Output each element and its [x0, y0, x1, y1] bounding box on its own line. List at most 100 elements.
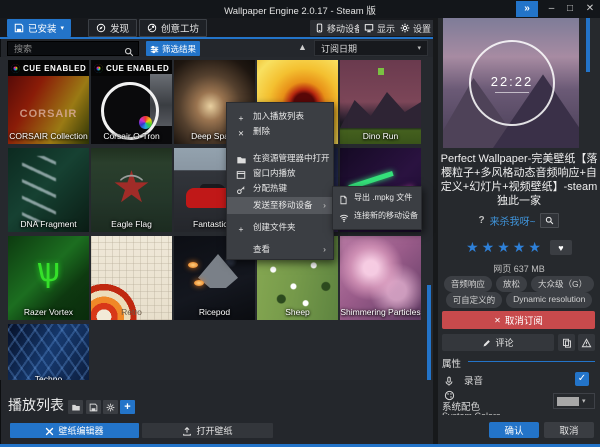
minimize-button[interactable]: – [544, 1, 559, 17]
menu-item-play-in-window[interactable]: 窗口内播放 [227, 166, 333, 181]
tile-label: DNA Fragment [8, 219, 89, 229]
playlist-title: 播放列表 [8, 395, 64, 415]
wallpaper-tile-corsair-collection[interactable]: CUE ENABLED CORSAIR CORSAIR Collection [8, 60, 89, 144]
corsair-art-text: CORSAIR [8, 108, 89, 120]
context-menu: + 加入播放列表 ✕ 删除 在资源管理器中打开 窗口内播放 分配热键 发送至移动… [226, 102, 334, 260]
color-dropdown[interactable]: ▾ [553, 393, 595, 409]
wallpaper-preview[interactable]: 22:22 [443, 18, 579, 148]
cancel-button[interactable]: 取消 [544, 422, 594, 438]
wallpaper-tile-techno[interactable]: Techno [8, 324, 89, 380]
filter-icon [150, 43, 159, 53]
menu-item-view[interactable]: 查看 › [227, 242, 333, 257]
settings-button[interactable]: 设置 [395, 20, 436, 36]
submenu-item-connect-new-device[interactable]: 连接新的移动设备 [333, 208, 421, 224]
open-wallpaper-label: 打开壁纸 [196, 424, 232, 437]
phone-icon [315, 23, 324, 34]
collapse-filter-icon[interactable]: ▲ [298, 42, 307, 52]
wallpaper-tile-dino-run[interactable]: Dino Run [340, 60, 421, 144]
author-row: ? 来杀我呀~ [440, 213, 598, 228]
properties-heading: 属性 [442, 356, 461, 370]
gear-icon [400, 23, 410, 34]
tag: 放松 [496, 276, 527, 292]
file-icon [339, 193, 350, 209]
playlist-settings-button[interactable] [103, 400, 118, 414]
wallpaper-tile-dna-fragment[interactable]: DNA Fragment [8, 148, 89, 232]
search-input[interactable] [7, 41, 139, 56]
plus-icon: + [235, 222, 247, 237]
playlist-save-button[interactable] [86, 400, 101, 414]
wallpaper-type: 网页 [493, 264, 511, 274]
copy-button[interactable] [558, 334, 575, 351]
heart-icon: ♥ [558, 243, 563, 253]
rating-stars[interactable]: ★★★★★ [466, 239, 544, 256]
tile-label: Eagle Flag [91, 219, 172, 229]
filter-results-button[interactable]: 筛选结果 [146, 41, 200, 56]
settings-label: 设置 [413, 22, 431, 35]
titlebar: Wallpaper Engine 2.0.17 - Steam 版 » – □ … [0, 0, 600, 18]
author-search-button[interactable] [540, 213, 559, 228]
menu-item-create-folder[interactable]: + 创建文件夹 [227, 220, 333, 235]
menu-item-send-to-mobile[interactable]: 发送至移动设备 › [227, 197, 333, 214]
favorite-button[interactable]: ♥ [550, 240, 572, 255]
help-icon[interactable]: ? [479, 215, 485, 226]
menu-item-add-to-playlist[interactable]: + 加入播放列表 [227, 109, 333, 124]
comment-button[interactable]: 评论 [442, 334, 554, 351]
send-to-mobile-submenu: 导出 .mpkg 文件 连接新的移动设备 [332, 186, 422, 230]
unsubscribe-button[interactable]: ✕ 取消订阅 [442, 311, 595, 329]
tab-installed[interactable]: 已安装 ▾ [7, 19, 71, 37]
cue-enabled-badge: CUE ENABLED [8, 60, 89, 76]
menu-item-delete[interactable]: ✕ 删除 [227, 124, 333, 139]
tab-discover[interactable]: 发现 [88, 19, 137, 37]
tools-icon [45, 425, 54, 435]
wallpaper-tile-razer-vortex[interactable]: ѱ Razer Vortex [8, 236, 89, 320]
sidebar-scrollbar[interactable] [586, 18, 590, 72]
menu-item-assign-hotkey[interactable]: 分配热键 [227, 181, 333, 196]
submenu-arrow-icon: › [323, 242, 326, 257]
type-size-row: 网页 637 MB [440, 262, 598, 275]
wallpaper-editor-button[interactable]: 壁纸编辑器 [10, 423, 139, 438]
wallpaper-tile-eagle-flag[interactable]: ★ ⌒ Eagle Flag [91, 148, 172, 232]
tag: 音频响应 [444, 276, 492, 292]
maximize-button[interactable]: □ [562, 1, 578, 17]
recording-checkbox[interactable]: ✓ [575, 372, 589, 386]
tab-underline [0, 37, 434, 39]
tile-label: CORSAIR Collection [8, 131, 89, 141]
rating-row: ★★★★★ ♥ [440, 239, 598, 256]
chevron-down-icon: ▾ [61, 24, 65, 32]
chevron-down-icon: ▾ [417, 44, 421, 52]
playlist-open-button[interactable] [68, 400, 83, 414]
icue-logo-icon [11, 64, 20, 73]
tab-workshop[interactable]: 创意工坊 [139, 19, 207, 37]
wallpaper-editor-label: 壁纸编辑器 [58, 424, 103, 437]
eagle-art: ⌒ [91, 168, 172, 208]
clock-time-art: 22:22 [471, 74, 553, 89]
tile-label: Techno [8, 374, 89, 380]
author-link[interactable]: 来杀我呀~ [490, 213, 536, 228]
tile-label: Razer Vortex [8, 307, 89, 317]
clock-art: 22:22 [469, 40, 555, 126]
wallpaper-tile-retro[interactable]: Retro [91, 236, 172, 320]
open-wallpaper-button[interactable]: 打开壁纸 [142, 423, 273, 438]
compass-icon [96, 23, 106, 34]
wallpaper-tile-shimmering-particles[interactable]: Shimmering Particles [340, 236, 421, 320]
display-button[interactable]: 显示 [359, 20, 400, 36]
pen-icon [482, 337, 491, 347]
filter-results-label: 筛选结果 [162, 43, 196, 55]
close-button[interactable]: ✕ [582, 1, 598, 17]
expand-panel-button[interactable]: » [516, 1, 538, 17]
upload-icon [182, 425, 192, 436]
display-label: 显示 [377, 22, 395, 35]
save-icon [14, 23, 24, 34]
recording-label: 录音 [464, 373, 483, 387]
confirm-button[interactable]: 确认 [489, 422, 539, 438]
report-button[interactable] [578, 334, 595, 351]
tab-discover-label: 发现 [110, 21, 129, 35]
wallpaper-tile-corsair-otron[interactable]: CUE ENABLED Corsair O-Tron [91, 60, 172, 144]
sort-dropdown[interactable]: 订阅日期 ▾ [314, 40, 428, 56]
workshop-icon [147, 23, 157, 34]
tile-label: Ricepod [174, 307, 255, 317]
playlist-add-button[interactable]: + [120, 400, 135, 414]
menu-item-open-in-explorer[interactable]: 在资源管理器中打开 [227, 151, 333, 166]
grid-scrollbar[interactable] [427, 285, 431, 380]
submenu-item-export-mpkg[interactable]: 导出 .mpkg 文件 [333, 190, 421, 206]
